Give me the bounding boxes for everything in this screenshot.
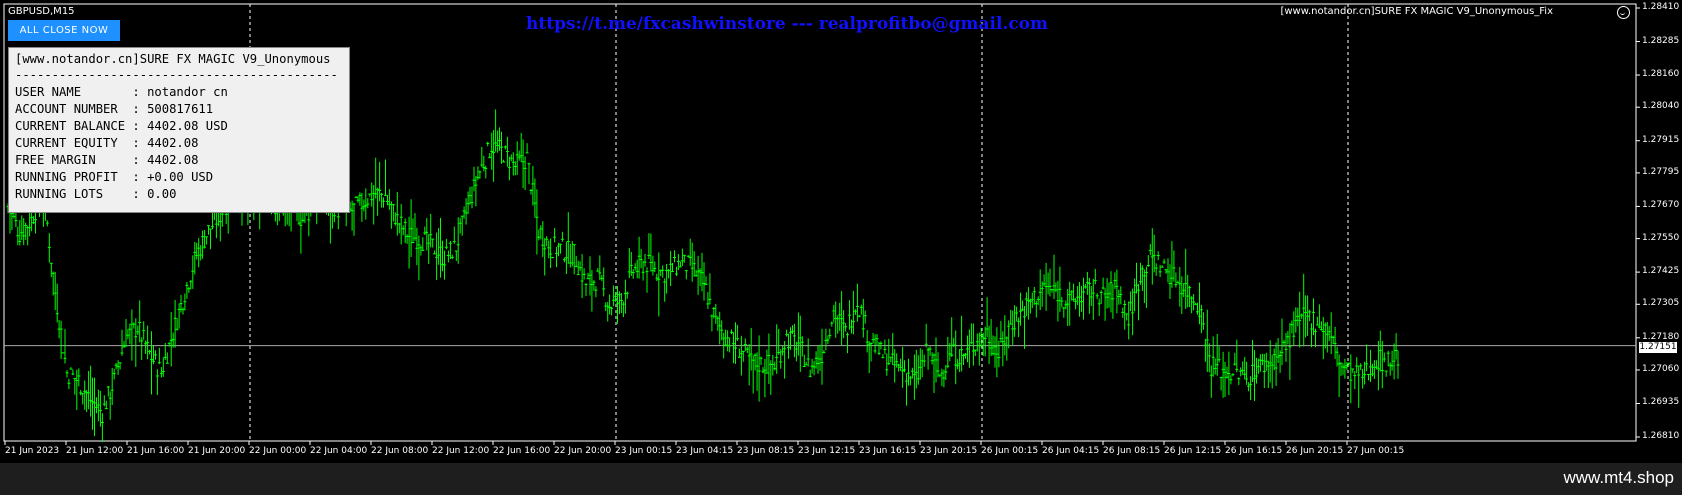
info-row-current-balance: CURRENT BALANCE : 4402.08 USD — [15, 119, 228, 133]
price-tick-label: 1.28040 — [1642, 101, 1680, 112]
info-row-account-number: ACCOUNT NUMBER : 500817611 — [15, 102, 214, 116]
time-tick-label: 27 Jun 00:15 — [1347, 446, 1405, 456]
footer-bar: www.mt4.shop — [0, 463, 1682, 495]
price-tick-label: 1.26935 — [1642, 397, 1680, 408]
time-tick-label: 23 Jun 08:15 — [737, 446, 795, 456]
info-row-current-equity: CURRENT EQUITY : 4402.08 — [15, 136, 199, 150]
time-tick-label: 22 Jun 04:00 — [310, 446, 368, 456]
time-tick-label: 22 Jun 12:00 — [432, 446, 490, 456]
contact-banner: https://t.me/fxcashwinstore --- realprof… — [526, 14, 1049, 34]
time-tick-label: 26 Jun 16:15 — [1225, 446, 1283, 456]
time-tick-label: 26 Jun 04:15 — [1042, 446, 1100, 456]
price-tick-label: 1.27305 — [1642, 298, 1680, 309]
time-tick-label: 21 Jun 2023 — [5, 446, 60, 456]
account-info-panel: [www.notandor.cn]SURE FX MAGIC V9_Unonym… — [8, 47, 350, 213]
time-tick-label: 22 Jun 16:00 — [493, 446, 551, 456]
info-panel-title: [www.notandor.cn]SURE FX MAGIC V9_Unonym… — [15, 52, 331, 66]
time-tick-label: 22 Jun 08:00 — [371, 446, 429, 456]
time-tick-label: 21 Jun 16:00 — [127, 446, 185, 456]
time-tick-label: 23 Jun 20:15 — [920, 446, 978, 456]
price-tick-label: 1.26810 — [1642, 431, 1680, 441]
time-tick-label: 22 Jun 00:00 — [249, 446, 307, 456]
price-tick-label: 1.27550 — [1642, 232, 1680, 243]
time-tick-label: 21 Jun 20:00 — [188, 446, 246, 456]
time-tick-label: 26 Jun 00:15 — [981, 446, 1039, 456]
price-tick-label: 1.27180 — [1642, 331, 1680, 342]
time-tick-label: 23 Jun 00:15 — [615, 446, 673, 456]
symbol-label: GBPUSD,M15 — [8, 6, 75, 17]
smile-icon — [1617, 6, 1630, 19]
info-row-running-lots: RUNNING LOTS : 0.00 — [15, 187, 177, 201]
time-tick-label: 26 Jun 12:15 — [1164, 446, 1222, 456]
all-close-now-button[interactable]: ALL CLOSE NOW — [8, 20, 120, 41]
time-tick-label: 22 Jun 20:00 — [554, 446, 612, 456]
indicator-label: [www.notandor.cn]SURE FX MAGIC V9_Unonym… — [1280, 6, 1553, 17]
price-tick-label: 1.27795 — [1642, 166, 1680, 177]
info-row-user-name: USER NAME : notandor cn — [15, 85, 228, 99]
footer-site: www.mt4.shop — [1563, 468, 1674, 487]
price-tick-label: 1.27425 — [1642, 266, 1680, 277]
price-tick-label: 1.27915 — [1642, 134, 1680, 145]
price-tick-label: 1.27060 — [1642, 363, 1680, 374]
time-tick-label: 26 Jun 20:15 — [1286, 446, 1344, 456]
price-tick-label: 1.27670 — [1642, 200, 1680, 211]
price-tick-label: 1.28160 — [1642, 69, 1680, 80]
info-row-free-margin: FREE MARGIN : 4402.08 — [15, 153, 199, 167]
price-tick-label: 1.28285 — [1642, 35, 1680, 46]
time-tick-label: 23 Jun 12:15 — [798, 446, 856, 456]
info-panel-separator: ----------------------------------------… — [15, 68, 338, 82]
current-price-label: 1.27151 — [1639, 342, 1677, 353]
time-tick-label: 26 Jun 08:15 — [1103, 446, 1161, 456]
time-tick-label: 23 Jun 04:15 — [676, 446, 734, 456]
time-tick-label: 21 Jun 12:00 — [66, 446, 124, 456]
time-tick-label: 23 Jun 16:15 — [859, 446, 917, 456]
price-tick-label: 1.28410 — [1642, 2, 1680, 12]
info-row-running-profit: RUNNING PROFIT : +0.00 USD — [15, 170, 214, 184]
